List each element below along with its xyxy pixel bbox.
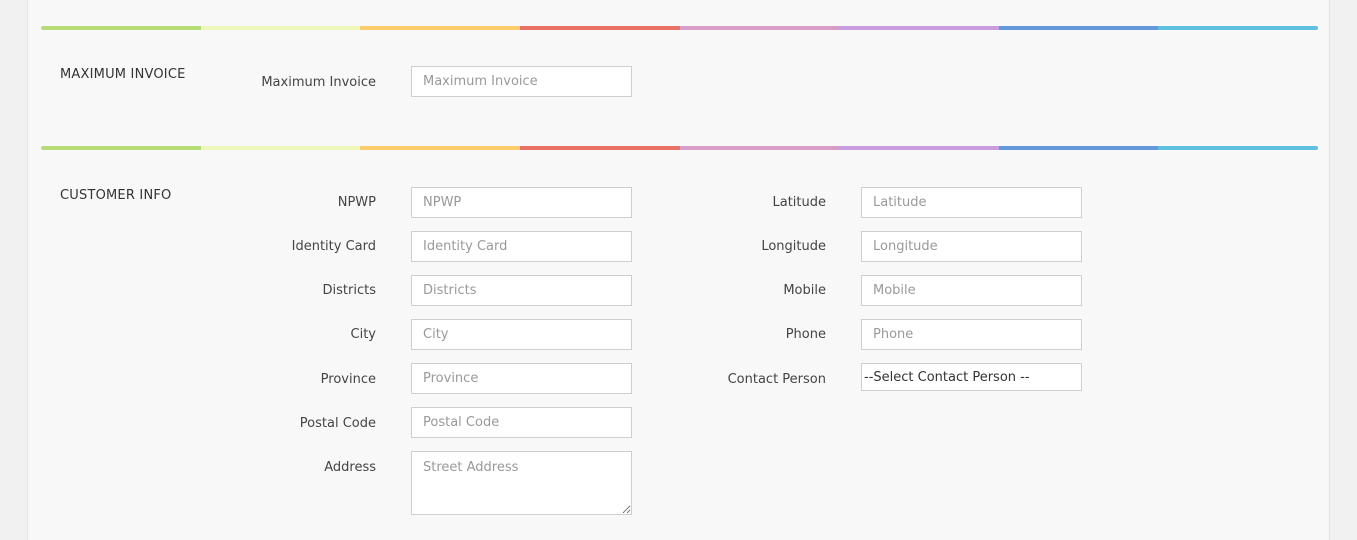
province-input[interactable] [411,363,632,394]
stripe-segment [41,146,201,150]
section-divider-maximum-invoice [41,26,1318,30]
section-divider-customer-info [41,146,1318,150]
identity-card-label: Identity Card [291,239,376,254]
address-textarea[interactable] [411,451,632,515]
npwp-label: NPWP [337,195,376,210]
npwp-input[interactable] [411,187,632,218]
city-input[interactable] [411,319,632,350]
stripe-segment [839,26,999,30]
section-title-customer-info: CUSTOMER INFO [60,188,172,203]
districts-input[interactable] [411,275,632,306]
maximum-invoice-label: Maximum Invoice [261,75,376,90]
longitude-label: Longitude [761,239,826,254]
city-label: City [350,327,376,342]
stripe-segment [679,146,840,150]
contact-person-label: Contact Person [727,372,826,387]
stripe-segment [360,26,520,30]
maximum-invoice-input[interactable] [411,66,632,97]
stripe-segment [998,26,1159,30]
contact-person-select[interactable]: --Select Contact Person -- [861,363,1082,391]
address-label: Address [324,460,376,475]
stripe-segment [998,146,1159,150]
section-title-maximum-invoice: MAXIMUM INVOICE [60,67,186,82]
postal-code-input[interactable] [411,407,632,438]
stripe-segment [1158,146,1318,150]
stripe-segment [360,146,520,150]
stripe-segment [679,26,840,30]
stripe-segment [200,26,361,30]
latitude-input[interactable] [861,187,1082,218]
stripe-segment [1158,26,1318,30]
identity-card-input[interactable] [411,231,632,262]
province-label: Province [320,372,376,387]
mobile-label: Mobile [783,283,826,298]
postal-code-label: Postal Code [299,416,376,431]
districts-label: Districts [322,283,376,298]
phone-label: Phone [785,327,826,342]
stripe-segment [519,26,680,30]
stripe-segment [200,146,361,150]
stripe-segment [519,146,680,150]
mobile-input[interactable] [861,275,1082,306]
latitude-label: Latitude [772,195,826,210]
phone-input[interactable] [861,319,1082,350]
stripe-segment [41,26,201,30]
stripe-segment [839,146,999,150]
longitude-input[interactable] [861,231,1082,262]
